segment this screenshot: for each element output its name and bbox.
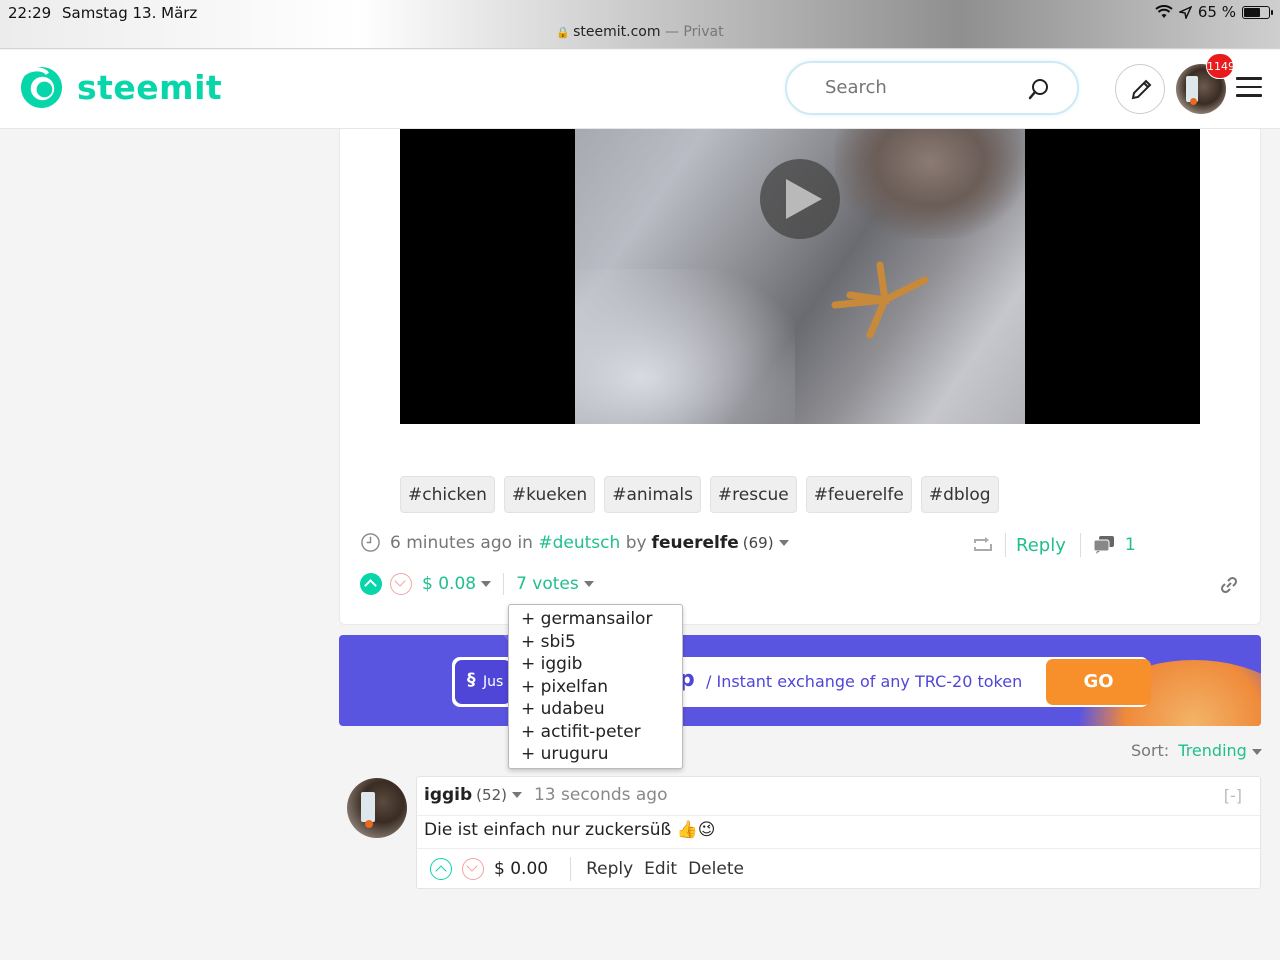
comment-downvote-button[interactable] [462,858,484,880]
comment-header: iggib (52) 13 seconds ago [424,785,668,805]
comment-sort[interactable]: Sort: Trending [1131,741,1262,760]
post-category-link[interactable]: #deutsch [538,533,620,553]
tag-kueken[interactable]: #kueken [503,476,596,513]
tag-rescue[interactable]: #rescue [709,476,797,513]
resteem-icon[interactable] [973,537,993,553]
voter-item[interactable]: + sbi5 [521,631,682,654]
post-payout-value: $ 0.08 [422,574,477,594]
hamburger-menu-icon[interactable] [1236,77,1262,99]
play-icon [786,179,822,219]
votes-dropdown-icon [583,581,594,587]
site-header: steemit [0,50,1280,129]
reply-link[interactable]: Reply [1016,535,1066,556]
notification-badge[interactable]: 1149 [1206,53,1235,79]
post-vote-row: $ 0.08 7 votes [360,573,594,595]
lock-icon: 🔒 [556,26,571,39]
chicken-foot-image [831,261,929,339]
location-icon [1178,5,1192,19]
voter-item[interactable]: + pixelfan [521,676,682,699]
status-indicators: 65 % [1155,3,1273,21]
comment-avatar[interactable] [347,778,407,838]
upvote-button[interactable] [360,573,382,595]
voter-item[interactable]: + iggib [521,653,682,676]
comment-actions: $ 0.00 Reply Edit Delete [430,857,755,881]
in-label: in [517,532,533,553]
sort-label: Sort: [1131,741,1170,760]
by-label: by [625,532,647,553]
search-input[interactable] [825,77,1005,98]
search-box[interactable] [785,61,1079,115]
voters-dropdown: + germansailor + sbi5 + iggib + pixelfan… [508,604,683,769]
post-actions: Reply 1 [973,532,1167,558]
comment-edit-button[interactable]: Edit [644,859,677,879]
comment-collapse-toggle[interactable]: [-] [1224,786,1242,805]
tag-dblog[interactable]: #dblog [920,476,999,513]
comment-body: Die ist einfach nur zuckersüß 👍😉 [424,820,716,840]
divider [503,573,505,595]
post-meta: 6 minutes ago in #deutsch by feuerelfe (… [360,532,789,553]
ad-banner[interactable]: § Jus p / Instant exchange of any TRC-20 … [339,635,1261,726]
comments-icon[interactable] [1093,535,1115,555]
comment-time[interactable]: 13 seconds ago [534,785,668,805]
voter-item[interactable]: + udabeu [521,698,682,721]
address-bar[interactable]: 🔒 steemit.com — Privat [0,24,1280,40]
status-date: Samstag 13. März [62,4,198,22]
divider [1079,533,1081,557]
ios-status-bar: 22:29 Samstag 13. März 🔒 steemit.com — Pr… [0,0,1280,49]
battery-icon [1242,5,1273,19]
comment-reply-button[interactable]: Reply [586,859,633,879]
divider [1005,533,1006,557]
clock-icon [361,533,380,552]
tag-feuerelfe[interactable]: #feuerelfe [805,476,912,513]
search-icon[interactable] [1027,77,1051,101]
comment: iggib (52) 13 seconds ago [-] Die ist ei… [416,776,1261,889]
wifi-icon [1155,5,1173,18]
sort-value[interactable]: Trending [1178,741,1247,760]
payout-dropdown-icon [481,581,492,587]
comment-upvote-button[interactable] [430,858,452,880]
comment-count[interactable]: 1 [1125,535,1136,555]
tag-chicken[interactable]: #chicken [400,476,495,513]
comment-delete-button[interactable]: Delete [688,859,744,879]
tag-animals[interactable]: #animals [604,476,701,513]
comment-author-reputation: (52) [476,786,507,804]
ad-message: / Instant exchange of any TRC-20 token [706,672,1023,691]
ad-logo: § Jus [455,660,511,704]
permalink-icon[interactable] [1219,575,1239,595]
post-tags: #chicken #kueken #animals #rescue #feuer… [400,476,999,513]
comment-payout[interactable]: $ 0.00 [494,859,548,879]
brand-name: steemit [77,68,223,107]
play-button[interactable] [760,159,840,239]
downvote-button[interactable] [390,573,412,595]
ad-go-button[interactable]: GO [1046,659,1151,705]
post-payout[interactable]: $ 0.08 [422,574,492,594]
private-mode-label: — Privat [664,24,724,40]
ad-left-text: Jus [483,674,504,690]
author-reputation: (69) [742,533,774,552]
voter-item[interactable]: + germansailor [521,608,682,631]
post-author-link[interactable]: feuerelfe [652,533,739,553]
comment-author-dropdown-icon[interactable] [511,792,522,798]
comment-author[interactable]: iggib [424,785,472,805]
votes-count: 7 votes [516,574,579,594]
post-time[interactable]: 6 minutes ago [390,533,512,553]
author-dropdown-icon[interactable] [778,539,789,546]
voter-item[interactable]: + uruguru [521,743,682,766]
steemit-logo[interactable]: steemit [18,64,222,111]
votes-toggle[interactable]: 7 votes [516,574,594,594]
status-time: 22:29 [8,4,52,22]
sort-dropdown-icon[interactable] [1251,748,1262,755]
voter-item[interactable]: + actifit-peter [521,721,682,744]
pencil-icon [1131,79,1152,100]
divider [570,857,572,881]
address-url: steemit.com [573,24,661,40]
write-post-button[interactable] [1115,64,1165,114]
steemit-logo-icon [20,66,63,109]
battery-percentage: 65 % [1197,3,1236,21]
